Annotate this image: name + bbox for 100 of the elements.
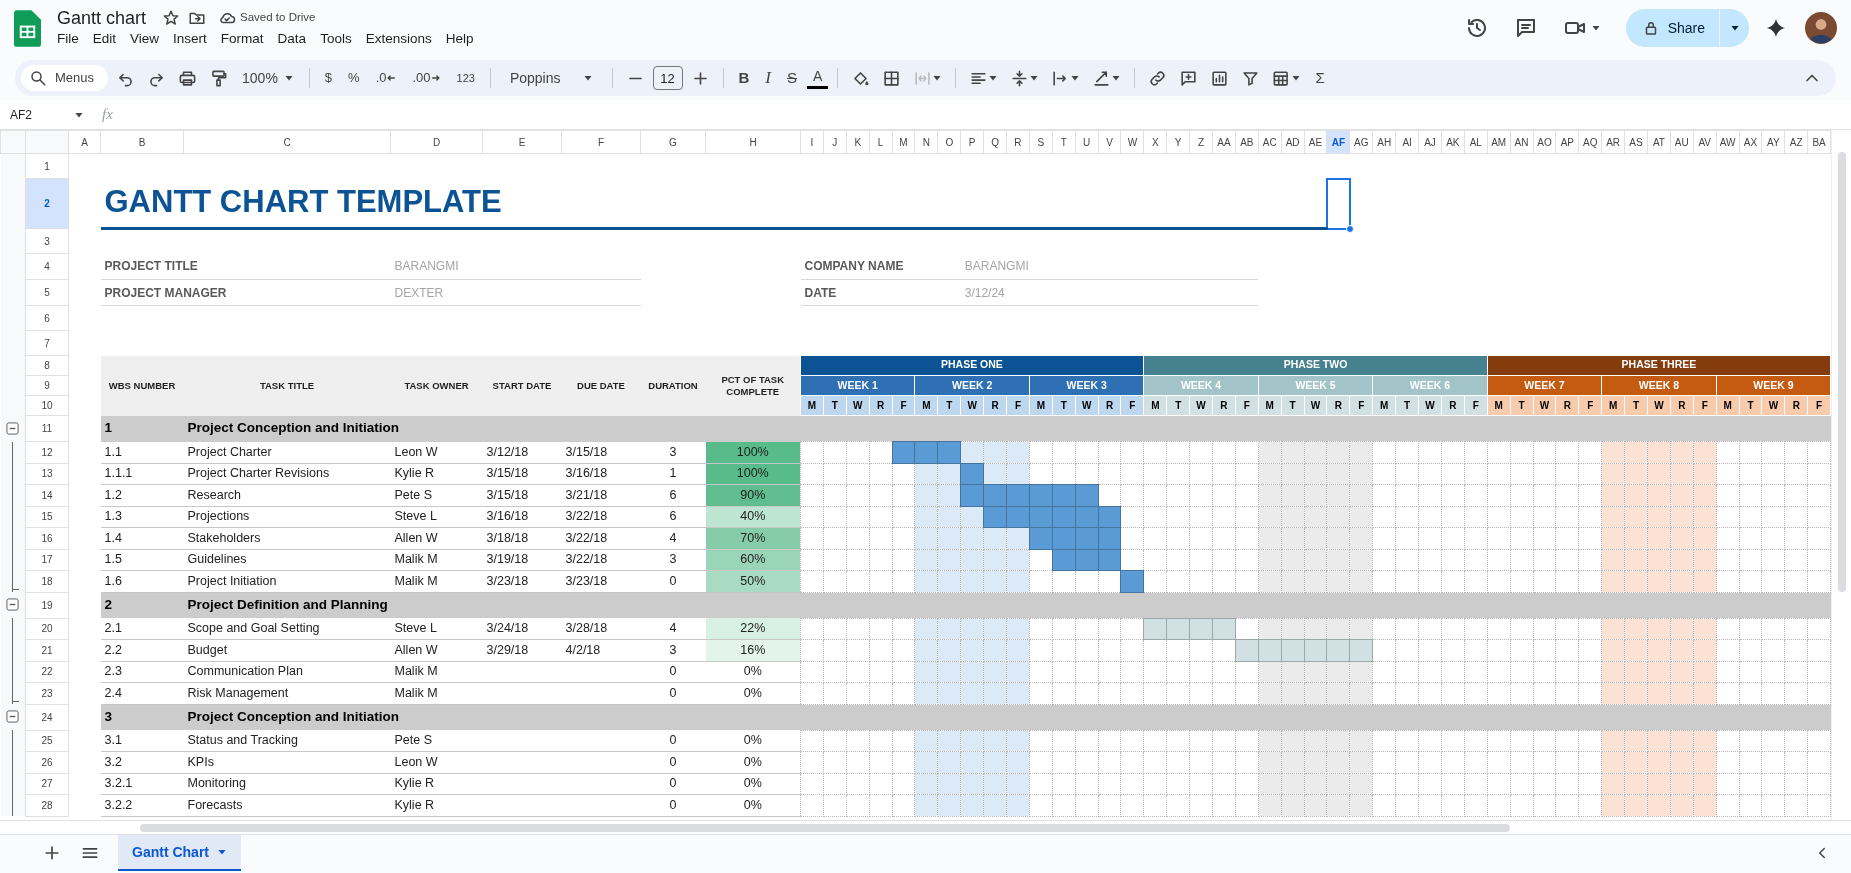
- left-arrow-icon[interactable]: [386, 73, 397, 83]
- column-header[interactable]: F: [561, 130, 641, 154]
- column-header[interactable]: AB: [1235, 130, 1259, 154]
- column-header[interactable]: W: [1120, 130, 1144, 154]
- column-header[interactable]: AJ: [1418, 130, 1442, 154]
- menu-item[interactable]: Data: [270, 28, 314, 50]
- column-header[interactable]: AF: [1327, 130, 1350, 154]
- collapse-icon[interactable]: [5, 421, 19, 435]
- column-header[interactable]: K: [846, 130, 870, 154]
- column-header[interactable]: AO: [1533, 130, 1556, 154]
- percent-button[interactable]: %: [342, 68, 366, 88]
- number-format-button[interactable]: 123: [450, 69, 481, 87]
- sparkle-icon[interactable]: [1765, 17, 1787, 39]
- link-icon[interactable]: [1148, 68, 1168, 88]
- column-header[interactable]: AU: [1670, 130, 1694, 154]
- increase-decimal-button[interactable]: .00: [406, 68, 447, 88]
- caret-icon[interactable]: [1111, 73, 1122, 83]
- column-header[interactable]: P: [960, 130, 984, 154]
- column-header[interactable]: X: [1143, 130, 1167, 154]
- column-header[interactable]: AN: [1510, 130, 1533, 154]
- menu-item[interactable]: Format: [213, 28, 271, 50]
- borders-icon[interactable]: [882, 68, 902, 88]
- sheets-logo[interactable]: [14, 9, 41, 47]
- caret-icon[interactable]: [582, 73, 593, 83]
- text-rotation-icon[interactable]: [1092, 68, 1112, 88]
- zoom-dropdown[interactable]: 100%: [236, 67, 300, 89]
- column-header[interactable]: AR: [1601, 130, 1625, 154]
- vertical-scrollbar[interactable]: [1838, 152, 1846, 592]
- column-header[interactable]: AT: [1647, 130, 1671, 154]
- column-header[interactable]: O: [937, 130, 961, 154]
- column-header[interactable]: J: [823, 130, 847, 154]
- column-header[interactable]: E: [482, 130, 562, 154]
- menu-item[interactable]: Edit: [85, 28, 124, 50]
- column-header[interactable]: AL: [1464, 130, 1488, 154]
- column-header[interactable]: AV: [1693, 130, 1717, 154]
- font-size-field[interactable]: 12: [652, 66, 683, 90]
- column-header[interactable]: AW: [1716, 130, 1739, 154]
- decrease-decimal-button[interactable]: .0: [369, 68, 403, 88]
- column-header[interactable]: Z: [1189, 130, 1213, 154]
- italic-button[interactable]: I: [759, 65, 778, 91]
- caret-icon[interactable]: [1029, 73, 1040, 83]
- star-icon[interactable]: [162, 8, 181, 27]
- column-header[interactable]: R: [1006, 130, 1030, 154]
- column-header[interactable]: AY: [1761, 130, 1785, 154]
- document-title[interactable]: Gantt chart: [57, 6, 147, 29]
- avatar[interactable]: [1805, 12, 1837, 44]
- column-header[interactable]: S: [1029, 130, 1053, 154]
- collapse-icon[interactable]: [5, 710, 19, 723]
- column-header[interactable]: AX: [1739, 130, 1762, 154]
- column-header[interactable]: AQ: [1578, 130, 1602, 154]
- column-header[interactable]: AG: [1349, 130, 1373, 154]
- menu-item[interactable]: Tools: [313, 28, 359, 50]
- caret-icon[interactable]: [988, 73, 999, 83]
- paint-format-icon[interactable]: [209, 68, 229, 88]
- caret-icon[interactable]: [1729, 23, 1740, 33]
- functions-button[interactable]: Σ: [1309, 66, 1331, 90]
- column-header[interactable]: A: [68, 130, 101, 154]
- column-header[interactable]: AI: [1395, 130, 1419, 154]
- column-header[interactable]: AK: [1441, 130, 1465, 154]
- strikethrough-button[interactable]: S: [781, 66, 804, 90]
- menu-item[interactable]: View: [123, 28, 167, 50]
- menu-item[interactable]: Extensions: [358, 28, 439, 50]
- search-menus-field[interactable]: Menus: [21, 65, 109, 91]
- column-header[interactable]: H: [705, 130, 801, 154]
- column-header[interactable]: I: [800, 130, 824, 154]
- column-header[interactable]: C: [183, 130, 391, 154]
- row-header[interactable]: 2: [25, 178, 69, 229]
- column-header[interactable]: AZ: [1784, 130, 1808, 154]
- collapse-icon[interactable]: [5, 598, 19, 611]
- column-header[interactable]: AM: [1487, 130, 1511, 154]
- menu-item[interactable]: Help: [438, 28, 481, 50]
- caret-icon[interactable]: [1590, 23, 1601, 33]
- name-box[interactable]: AF2: [10, 105, 90, 124]
- fill-handle[interactable]: [1345, 224, 1354, 233]
- column-header[interactable]: Q: [983, 130, 1007, 154]
- print-icon[interactable]: [178, 68, 198, 88]
- column-header[interactable]: Y: [1166, 130, 1190, 154]
- text-color-button[interactable]: A: [807, 67, 829, 89]
- sheet-tab[interactable]: Gantt Chart: [118, 835, 241, 871]
- share-button[interactable]: Share: [1625, 9, 1719, 47]
- column-header[interactable]: U: [1075, 130, 1099, 154]
- font-dropdown[interactable]: Poppins: [499, 67, 603, 89]
- column-header[interactable]: D: [390, 130, 483, 154]
- column-header[interactable]: V: [1098, 130, 1121, 154]
- column-header[interactable]: AA: [1212, 130, 1236, 154]
- menu-item[interactable]: Insert: [166, 28, 214, 50]
- currency-button[interactable]: $: [318, 68, 339, 88]
- search-icon[interactable]: [29, 69, 47, 87]
- caret-icon[interactable]: [932, 73, 943, 83]
- column-header[interactable]: G: [640, 130, 706, 154]
- bold-button[interactable]: B: [732, 66, 756, 90]
- column-header[interactable]: AD: [1281, 130, 1305, 154]
- right-arrow-icon[interactable]: [430, 73, 441, 83]
- column-header[interactable]: T: [1052, 130, 1076, 154]
- menu-item[interactable]: File: [57, 28, 86, 50]
- caret-icon[interactable]: [1291, 73, 1302, 83]
- column-header[interactable]: BA: [1807, 130, 1831, 154]
- column-header[interactable]: AE: [1304, 130, 1327, 154]
- horizontal-scrollbar[interactable]: [140, 824, 1510, 832]
- column-header[interactable]: B: [100, 130, 184, 154]
